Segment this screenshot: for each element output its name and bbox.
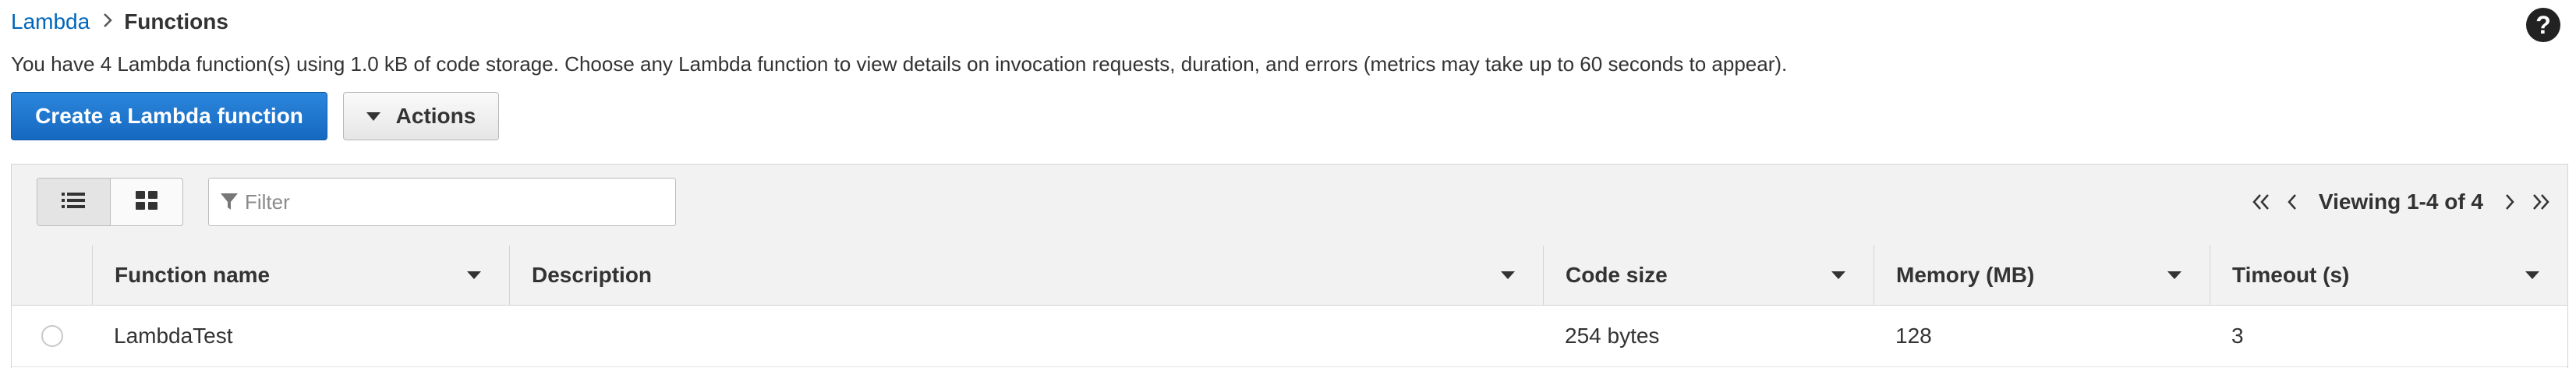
column-header-label: Description [532,263,653,287]
breadcrumb-current: Functions [124,9,228,34]
filter-input[interactable] [245,180,650,224]
row-select-radio[interactable] [41,325,63,347]
column-header-memory[interactable]: Memory (MB) [1874,246,2210,305]
grid-view-icon [135,190,157,214]
column-header-label: Memory (MB) [1896,263,2035,287]
breadcrumb-lambda-link[interactable]: Lambda [11,8,90,36]
cell-memory: 128 [1895,324,1932,348]
lambda-functions-page: Lambda Functions ? You have 4 Lambda fun… [0,0,2576,368]
table-toolbar: Viewing 1-4 of 4 [12,165,2567,246]
sort-caret-icon [2525,271,2539,279]
select-column-header [12,246,92,305]
list-view-button[interactable] [37,179,111,225]
table-header: Function name Description Code size Memo… [12,246,2567,306]
sort-caret-icon [1501,271,1515,279]
create-function-button[interactable]: Create a Lambda function [11,92,327,140]
pagination: Viewing 1-4 of 4 [2245,182,2557,222]
help-icon[interactable]: ? [2526,8,2560,42]
functions-summary-text: You have 4 Lambda function(s) using 1.0 … [11,52,1788,76]
column-header-function-name[interactable]: Function name [92,246,509,305]
column-header-timeout[interactable]: Timeout (s) [2210,246,2567,305]
sort-caret-icon [467,271,481,279]
column-header-label: Code size [1566,263,1668,287]
cell-timeout: 3 [2231,324,2244,348]
sort-caret-icon [2167,271,2181,279]
cell-function-name: LambdaTest [114,324,233,348]
create-function-button-label: Create a Lambda function [35,104,303,128]
caret-down-icon [366,111,380,121]
functions-table-panel: Viewing 1-4 of 4 Function name [11,164,2568,368]
grid-view-button[interactable] [111,179,183,225]
column-header-code-size[interactable]: Code size [1543,246,1874,305]
column-header-description[interactable]: Description [509,246,1543,305]
column-header-label: Timeout (s) [2232,263,2350,287]
first-page-icon[interactable] [2245,185,2277,219]
filter-box [208,178,676,226]
last-page-icon[interactable] [2525,185,2557,219]
breadcrumb: Lambda Functions [11,8,228,36]
previous-page-icon[interactable] [2277,185,2308,219]
actions-dropdown-button[interactable]: Actions [343,92,499,140]
table-row[interactable]: LambdaTest 254 bytes 128 3 [12,306,2567,367]
filter-funnel-icon [220,192,239,212]
cell-code-size: 254 bytes [1565,324,1660,348]
sort-caret-icon [1831,271,1845,279]
pagination-status: Viewing 1-4 of 4 [2318,189,2483,214]
next-page-icon[interactable] [2494,185,2525,219]
list-view-icon [62,191,86,214]
view-mode-toggle [37,178,183,226]
chevron-right-icon [102,8,113,36]
actions-dropdown-label: Actions [395,104,476,128]
column-header-label: Function name [115,263,271,287]
